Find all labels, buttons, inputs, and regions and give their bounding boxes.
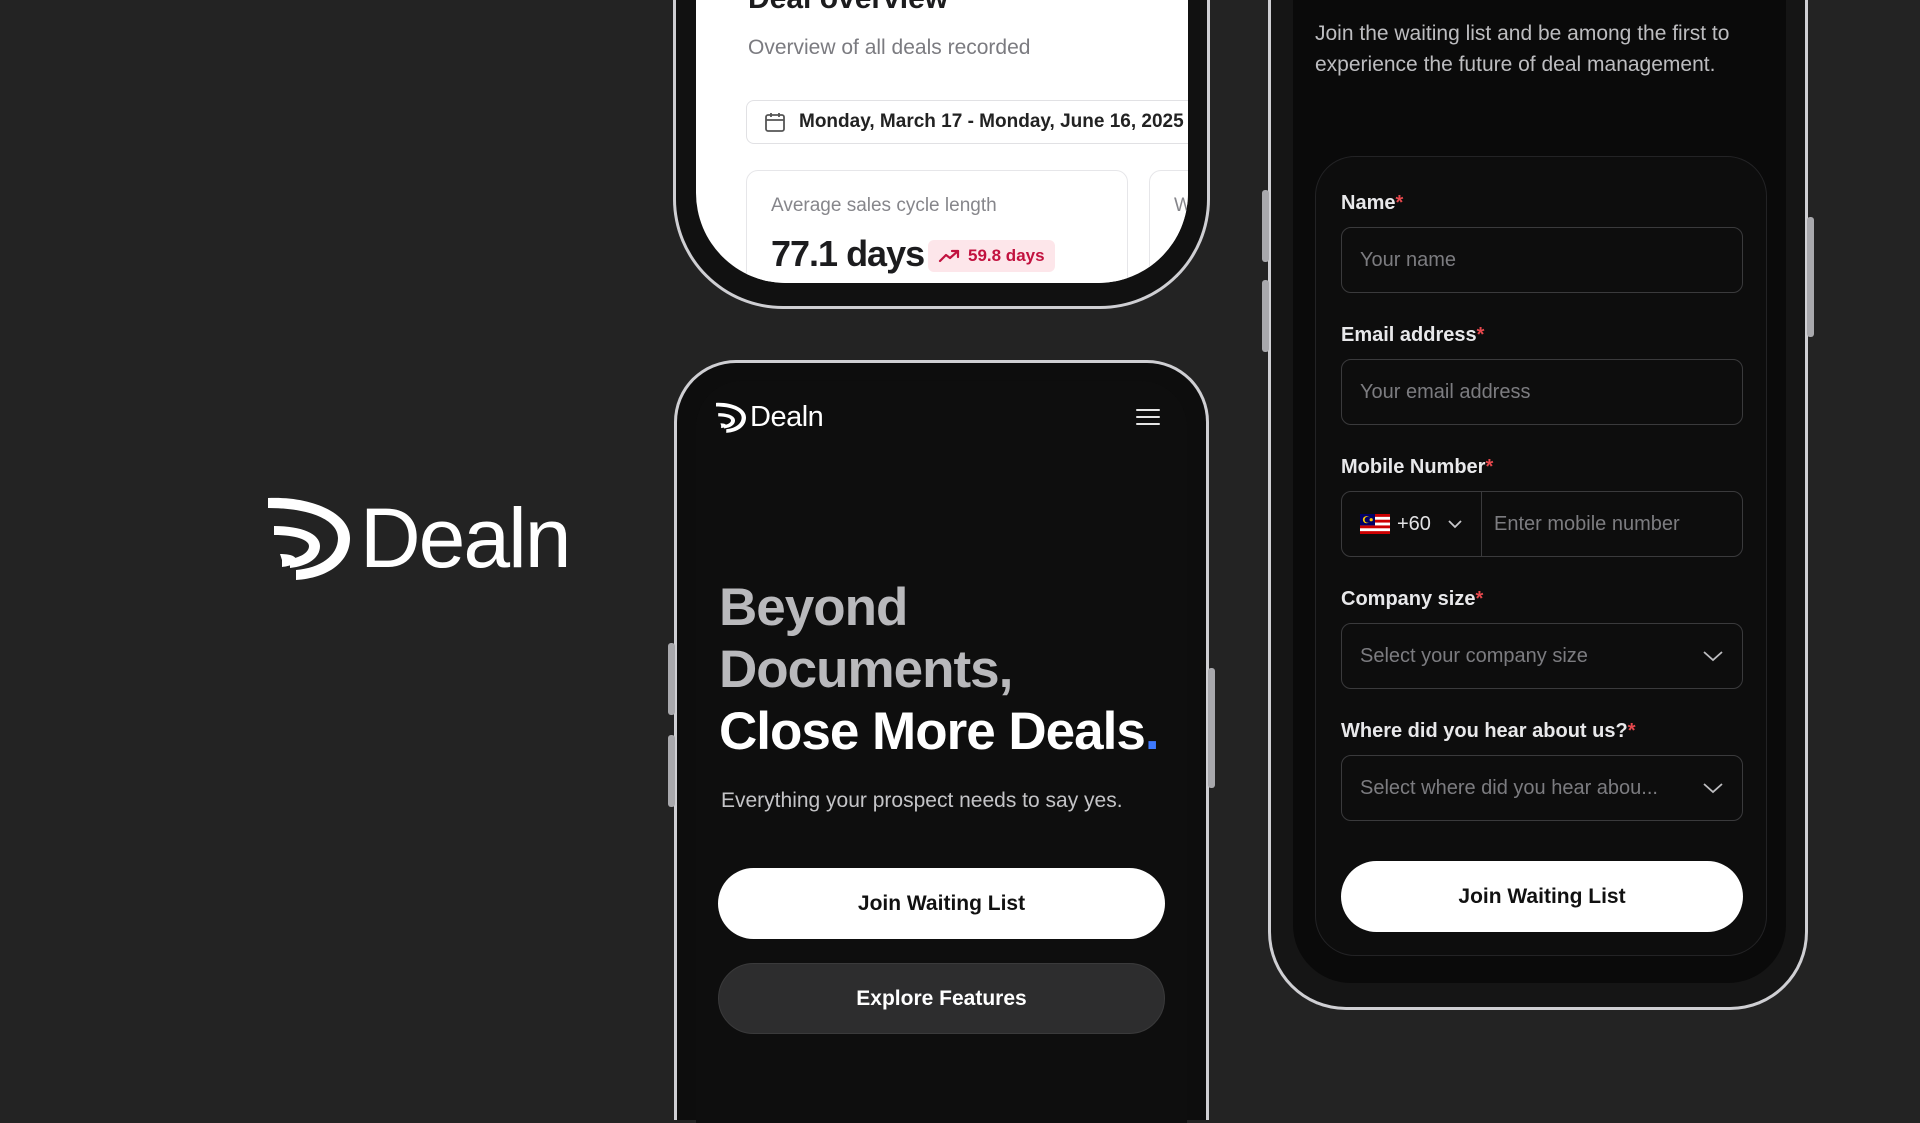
source-label: Where did you hear about us?* (1341, 720, 1636, 742)
metric-card-2: Win 3 (1149, 170, 1188, 283)
phone-deal-overview: Deal overview Overview of all deals reco… (673, 0, 1210, 309)
metric2-value: 3 (1174, 233, 1188, 274)
change-badge-text: 59.8 days (968, 246, 1045, 265)
hero-screen: Dealn Beyond Documents, Close More Deals… (696, 381, 1187, 1123)
side-button (1262, 280, 1269, 352)
phone-waitlist-form: Join the waiting list and be among the f… (1262, 0, 1814, 1010)
calendar-icon (765, 113, 785, 132)
metric-value: 77.1 days (771, 233, 925, 274)
form-intro: Join the waiting list and be among the f… (1315, 22, 1730, 76)
date-range-text: Monday, March 17 - Monday, June 16, 2025 (799, 111, 1184, 132)
page-title: Deal overview (748, 0, 948, 16)
submit-join-waiting-list-button[interactable]: Join Waiting List (1341, 861, 1743, 932)
email-placeholder: Your email address (1360, 380, 1531, 403)
source-select[interactable]: Select where did you hear abou... (1341, 755, 1743, 821)
company-size-placeholder: Select your company size (1360, 644, 1588, 667)
email-label: Email address* (1341, 324, 1485, 346)
malaysia-flag-icon (1360, 514, 1390, 534)
form-screen: Join the waiting list and be among the f… (1293, 0, 1786, 983)
hero-heading: Beyond Documents, Close More Deals. (719, 577, 1160, 763)
side-button (668, 643, 675, 715)
side-button (1208, 668, 1215, 788)
brand-logo: Dealn (268, 491, 571, 585)
metric-card: Average sales cycle length 77.1 days 59.… (746, 170, 1128, 283)
change-badge: 59.8 days (928, 240, 1055, 272)
page-subtitle: Overview of all deals recorded (748, 36, 1031, 59)
nav-logo[interactable]: Dealn (716, 401, 824, 434)
mobile-label: Mobile Number* (1341, 456, 1494, 478)
hero-dot: . (1144, 702, 1160, 761)
date-range-picker[interactable]: Monday, March 17 - Monday, June 16, 2025 (746, 100, 1188, 144)
email-input[interactable]: Your email address (1341, 359, 1743, 425)
dealn-logo-icon (268, 497, 350, 580)
hero-tagline: Everything your prospect needs to say ye… (721, 789, 1123, 812)
brand-name: Dealn (360, 491, 571, 585)
explore-features-button[interactable]: Explore Features (718, 963, 1165, 1034)
trend-up-icon (938, 249, 960, 263)
waitlist-form: Name* Your name Email address* Your emai… (1315, 156, 1767, 956)
side-button (1262, 190, 1269, 262)
nav-brand-name: Dealn (750, 401, 824, 433)
chevron-down-icon (1448, 520, 1462, 529)
company-size-label: Company size* (1341, 588, 1484, 610)
hero-line-3: Close More Deals (719, 702, 1146, 761)
company-size-select[interactable]: Select your company size (1341, 623, 1743, 689)
join-waiting-list-button[interactable]: Join Waiting List (718, 868, 1165, 939)
dealn-logo-icon (716, 402, 746, 433)
menu-icon[interactable] (1136, 409, 1160, 427)
hero-line-2: Documents, (719, 640, 1013, 699)
side-button (1807, 217, 1814, 337)
source-placeholder: Select where did you hear abou... (1360, 776, 1658, 799)
mobile-number-field: +60 Enter mobile number (1341, 491, 1743, 557)
mobile-placeholder[interactable]: Enter mobile number (1482, 513, 1680, 536)
phone-hero: Dealn Beyond Documents, Close More Deals… (668, 360, 1215, 1123)
metric-label: Average sales cycle length (771, 195, 997, 216)
country-code-select[interactable]: +60 (1342, 492, 1482, 556)
chevron-down-icon (1703, 651, 1723, 662)
name-label: Name* (1341, 192, 1404, 214)
chevron-down-icon (1703, 783, 1723, 794)
hero-line-1: Beyond (719, 578, 908, 637)
side-button (668, 735, 675, 807)
metric2-label: Win (1174, 195, 1188, 216)
name-input[interactable]: Your name (1341, 227, 1743, 293)
name-placeholder: Your name (1360, 248, 1456, 271)
deal-overview-screen: Deal overview Overview of all deals reco… (696, 0, 1188, 283)
country-code: +60 (1397, 512, 1431, 535)
